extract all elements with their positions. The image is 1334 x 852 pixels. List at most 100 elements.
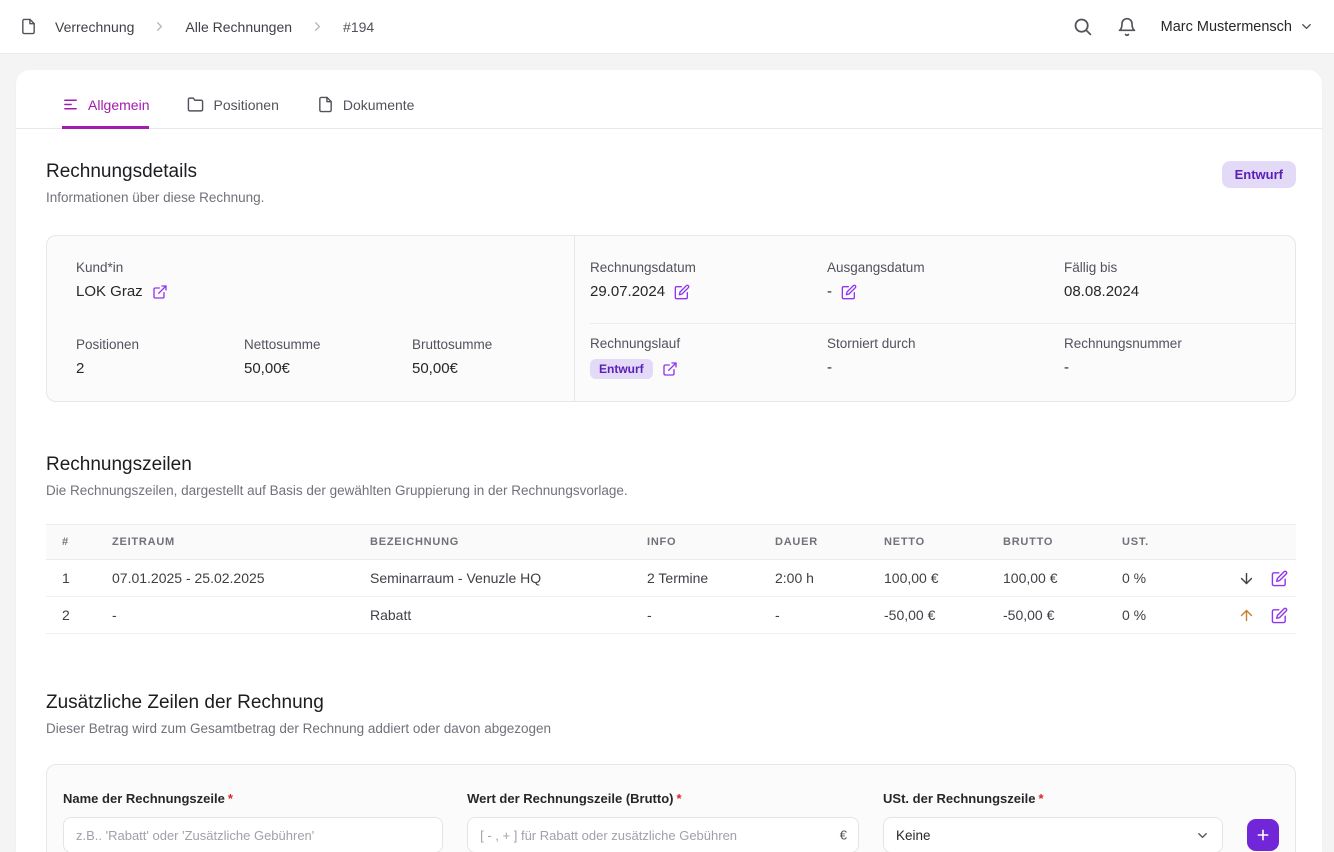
field-ausgangsdatum: Ausgangsdatum - — [827, 260, 1064, 323]
cell-ust: 0 % — [1114, 597, 1194, 634]
cell-brutto: 100,00 € — [995, 560, 1114, 597]
lines-title: Rechnungszeilen — [46, 454, 1296, 476]
required-marker: * — [228, 791, 233, 806]
chevron-down-icon — [1195, 828, 1210, 843]
details-title: Rechnungsdetails — [46, 161, 264, 183]
field-faellig-bis: Fällig bis 08.08.2024 — [1064, 260, 1295, 323]
field-bruttosumme: Bruttosumme 50,00€ — [412, 337, 574, 377]
folder-icon — [187, 96, 204, 113]
tab-positionen[interactable]: Positionen — [187, 96, 278, 129]
tab-label: Positionen — [213, 97, 278, 113]
status-badge: Entwurf — [1222, 161, 1296, 188]
breadcrumb: Verrechnung Alle Rechnungen #194 — [20, 18, 374, 35]
search-icon[interactable] — [1072, 16, 1093, 37]
table-header-row: # ZEITRAUM BEZEICHNUNG INFO DAUER NETTO … — [46, 525, 1296, 560]
col-num: # — [46, 525, 104, 560]
edit-icon[interactable] — [1271, 607, 1288, 624]
field-value: 50,00€ — [412, 360, 458, 377]
topbar: Verrechnung Alle Rechnungen #194 Marc Mu… — [0, 0, 1334, 54]
table-row: 2 - Rabatt - - -50,00 € -50,00 € 0 % — [46, 597, 1296, 634]
cell-info: 2 Termine — [639, 560, 767, 597]
arrow-down-icon[interactable] — [1238, 570, 1255, 587]
tab-dokumente[interactable]: Dokumente — [317, 96, 415, 129]
rechnungslauf-badge: Entwurf — [590, 359, 653, 379]
field-label: Ausgangsdatum — [827, 260, 1064, 275]
breadcrumb-item-verrechnung[interactable]: Verrechnung — [55, 19, 134, 35]
col-dauer: DAUER — [767, 525, 876, 560]
field-rechnungslauf: Rechnungslauf Entwurf — [590, 336, 827, 379]
edit-icon[interactable] — [674, 284, 690, 300]
ust-field-label: USt. der Rechnungszeile — [883, 791, 1035, 806]
field-label: Positionen — [76, 337, 244, 352]
extra-subtitle: Dieser Betrag wird zum Gesamtbetrag der … — [46, 721, 1296, 736]
chevron-down-icon — [1299, 19, 1314, 34]
col-ust: UST. — [1114, 525, 1194, 560]
field-nettosumme: Nettosumme 50,00€ — [244, 337, 412, 377]
name-input[interactable] — [63, 817, 443, 852]
field-label: Bruttosumme — [412, 337, 574, 352]
extra-line-form: Name der Rechnungszeile* Wert der Rechnu… — [46, 764, 1296, 852]
chevron-right-icon — [310, 19, 325, 34]
cell-num: 2 — [46, 597, 104, 634]
field-storniert-durch: Storniert durch - — [827, 336, 1064, 379]
name-field-label: Name der Rechnungszeile — [63, 791, 225, 806]
user-menu[interactable]: Marc Mustermensch — [1161, 19, 1314, 35]
edit-icon[interactable] — [841, 284, 857, 300]
col-zeitraum: ZEITRAUM — [104, 525, 362, 560]
wert-input[interactable] — [467, 817, 859, 852]
page-background: Allgemein Positionen Dokumente Rechnungs… — [0, 54, 1334, 852]
field-label: Rechnungsdatum — [590, 260, 827, 275]
field-value: - — [827, 359, 832, 376]
cell-dauer: 2:00 h — [767, 560, 876, 597]
required-marker: * — [676, 791, 681, 806]
table-row: 1 07.01.2025 - 25.02.2025 Seminarraum - … — [46, 560, 1296, 597]
external-link-icon[interactable] — [662, 361, 678, 377]
add-line-button[interactable] — [1247, 819, 1279, 851]
main-card: Allgemein Positionen Dokumente Rechnungs… — [16, 70, 1322, 852]
cell-zeitraum: 07.01.2025 - 25.02.2025 — [104, 560, 362, 597]
cell-brutto: -50,00 € — [995, 597, 1114, 634]
field-value: 2 — [76, 360, 84, 377]
field-label: Rechnungslauf — [590, 336, 827, 351]
field-value: - — [827, 283, 832, 300]
bell-icon[interactable] — [1117, 17, 1137, 37]
wert-field-label: Wert der Rechnungszeile (Brutto) — [467, 791, 673, 806]
topbar-actions: Marc Mustermensch — [1072, 16, 1314, 37]
field-rechnungsdatum: Rechnungsdatum 29.07.2024 — [590, 260, 827, 323]
extra-title: Zusätzliche Zeilen der Rechnung — [46, 692, 1296, 714]
edit-icon[interactable] — [1271, 570, 1288, 587]
field-label: Kund*in — [76, 260, 574, 275]
details-section-header: Rechnungsdetails Informationen über dies… — [46, 161, 1296, 205]
ust-selected-value: Keine — [896, 828, 931, 843]
col-netto: NETTO — [876, 525, 995, 560]
breadcrumb-item-alle-rechnungen[interactable]: Alle Rechnungen — [185, 19, 292, 35]
breadcrumb-item-invoice-number: #194 — [343, 19, 374, 35]
field-rechnungsnummer: Rechnungsnummer - — [1064, 336, 1295, 379]
cell-ust: 0 % — [1114, 560, 1194, 597]
tab-allgemein[interactable]: Allgemein — [62, 96, 149, 129]
lines-section: Rechnungszeilen Die Rechnungszeilen, dar… — [46, 454, 1296, 634]
field-value: 08.08.2024 — [1064, 283, 1139, 300]
cell-info: - — [639, 597, 767, 634]
cell-bezeichnung: Rabatt — [362, 597, 639, 634]
col-bezeichnung: BEZEICHNUNG — [362, 525, 639, 560]
list-icon — [62, 96, 79, 113]
user-name: Marc Mustermensch — [1161, 19, 1292, 35]
field-label: Rechnungsnummer — [1064, 336, 1295, 351]
field-value: 29.07.2024 — [590, 283, 665, 300]
invoice-lines-table: # ZEITRAUM BEZEICHNUNG INFO DAUER NETTO … — [46, 524, 1296, 634]
currency-suffix: € — [840, 828, 847, 843]
ust-select[interactable]: Keine — [883, 817, 1223, 852]
field-value: - — [1064, 359, 1069, 376]
arrow-up-icon[interactable] — [1238, 607, 1255, 624]
invoice-details-card: Kund*in LOK Graz Positionen 2 Nettosum — [46, 235, 1296, 402]
field-label: Nettosumme — [244, 337, 412, 352]
field-label: Fällig bis — [1064, 260, 1295, 275]
field-positionen: Positionen 2 — [76, 337, 244, 377]
tab-label: Dokumente — [343, 97, 415, 113]
tab-bar: Allgemein Positionen Dokumente — [16, 70, 1322, 129]
cell-bezeichnung: Seminarraum - Venuzle HQ — [362, 560, 639, 597]
tab-label: Allgemein — [88, 97, 149, 113]
external-link-icon[interactable] — [152, 284, 168, 300]
plus-icon — [1255, 827, 1271, 843]
